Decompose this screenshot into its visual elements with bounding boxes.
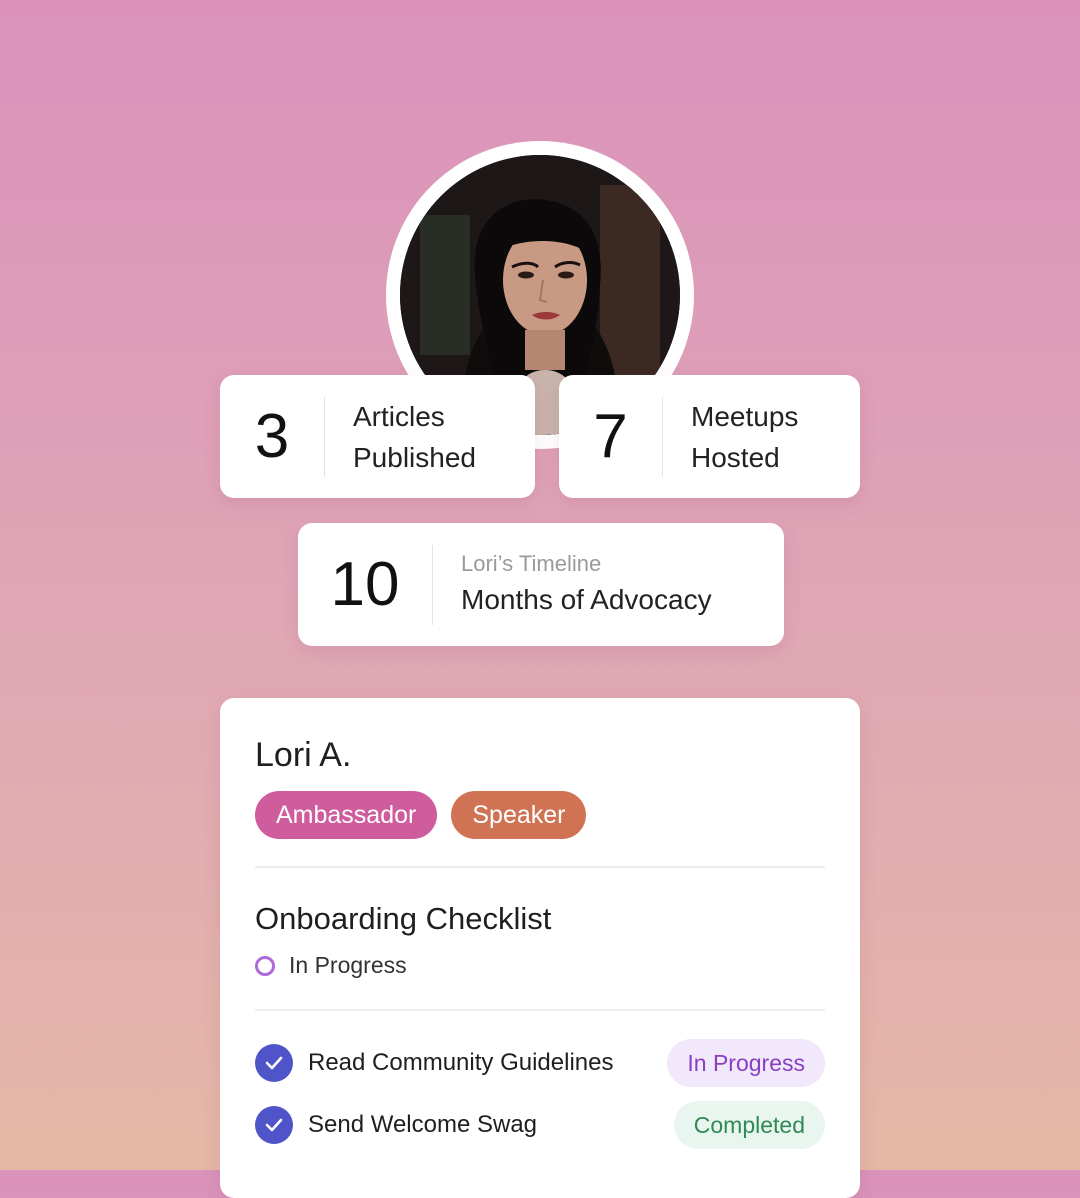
stat-label-line: Months of Advocacy	[461, 583, 712, 615]
badge-ambassador: Ambassador	[255, 791, 438, 839]
stat-divider	[324, 396, 325, 477]
status-ring-icon	[255, 955, 275, 976]
badge-speaker: Speaker	[451, 791, 587, 839]
checklist-item-label: Send Welcome Swag	[308, 1111, 538, 1138]
stat-label-line: Published	[353, 441, 476, 473]
divider	[255, 866, 825, 868]
checklist-item[interactable]: Send Welcome Swag Completed	[255, 1101, 825, 1149]
checkmark-icon[interactable]	[255, 1044, 293, 1082]
checklist-status-text: In Progress	[289, 952, 407, 978]
stat-label-line: Hosted	[691, 441, 780, 473]
checkmark-icon[interactable]	[255, 1106, 293, 1144]
stat-label: Articles Published	[353, 396, 476, 478]
divider	[255, 1009, 825, 1011]
profile-name: Lori A.	[255, 736, 352, 774]
stat-value: 3	[254, 402, 290, 471]
stat-label: Meetups Hosted	[691, 396, 798, 478]
stat-divider	[432, 544, 433, 625]
stat-label-line: Meetups	[691, 400, 799, 432]
checklist-status: In Progress	[255, 952, 407, 979]
checklist-title: Onboarding Checklist	[255, 901, 552, 936]
checklist-item[interactable]: Read Community Guidelines In Progress	[255, 1039, 825, 1087]
status-pill-completed: Completed	[673, 1101, 825, 1149]
stat-card-meetups: 7 Meetups Hosted	[559, 375, 860, 498]
role-badges: Ambassador Speaker	[255, 791, 587, 839]
profile-card: Lori A. Ambassador Speaker Onboarding Ch…	[220, 698, 860, 1198]
checklist-item-label: Read Community Guidelines	[308, 1049, 614, 1076]
stat-value: 7	[593, 402, 628, 471]
stat-card-articles: 3 Articles Published	[220, 375, 535, 498]
stat-value: 10	[330, 550, 400, 619]
stat-card-months: 10 Lori’s Timeline Months of Advocacy	[298, 523, 784, 646]
stat-label: Lori’s Timeline Months of Advocacy	[461, 549, 712, 621]
stat-label-line: Articles	[353, 400, 445, 432]
stat-divider	[662, 396, 663, 477]
status-pill-in-progress: In Progress	[667, 1039, 825, 1087]
timeline-subtitle: Lori’s Timeline	[461, 550, 602, 576]
